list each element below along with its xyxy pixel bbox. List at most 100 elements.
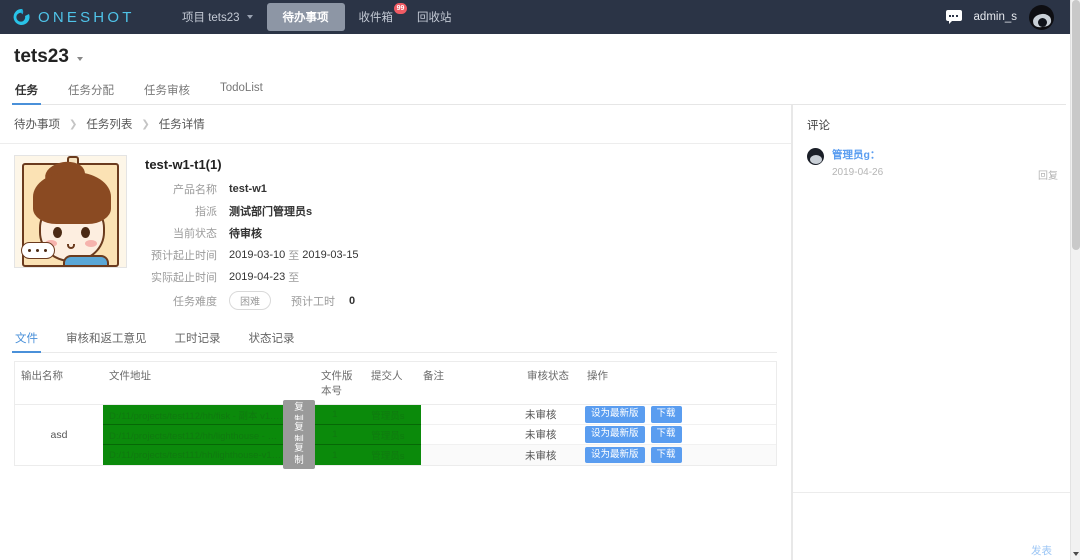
status-action-row-3: 未审核 设为最新版 下载 [421,445,776,465]
field-planned-end: 2019-03-15 [302,249,359,261]
scrollbar-thumb[interactable] [1072,0,1080,250]
breadcrumb-item-task-list[interactable]: 任务列表 [86,116,132,132]
nav-item-recycle-label: 回收站 [417,12,452,24]
file-submitter-3: 管理员s [371,451,405,462]
chat-bubble-icon[interactable] [945,10,962,24]
page-tabbar: 任务 任务分配 任务审核 TodoList [12,79,1066,105]
page-title[interactable]: tets23 [14,46,83,68]
top-nav-right: admin_s [945,4,1068,30]
field-product-name-label: 产品名称 [173,184,217,196]
field-actual-dates-label: 实际起止时间 [151,272,217,284]
selected-file-cells[interactable]: D:/11/projects/test112/hh/fisk - 副本 v1.j… [103,400,421,470]
set-latest-button-3[interactable]: 设为最新版 [585,446,645,464]
column-submitter: 提交人 [371,370,403,382]
field-actual-separator: 至 [288,272,300,284]
column-review-status: 审核状态 [527,370,569,382]
nav-item-inbox-label: 收件箱 [358,12,394,24]
set-latest-button-2[interactable]: 设为最新版 [585,426,645,443]
field-difficulty-label: 任务难度 [173,295,217,308]
scroll-down-arrow-icon[interactable] [1073,552,1079,556]
file-row-2[interactable]: D:/11/projects/test112/hh/lighthouse - 副… [103,420,421,449]
difficulty-badge-text: 困难 [229,291,271,310]
comments-panel: 评论 管理员g： 2019-04-26 回复 发表 [792,105,1072,560]
post-comment-button[interactable]: 发表 [1025,542,1058,559]
review-status-1: 未审核 [525,409,557,421]
tab-files[interactable]: 文件 [12,328,41,353]
page-title-text: tets23 [14,46,69,67]
file-version-3: 1 [332,449,338,461]
task-detail-panel: 待办事项 ❯ 任务列表 ❯ 任务详情 test-w1-t1(1) 产品名称 te… [0,105,792,560]
actions-2: 设为最新版 下载 [585,426,776,443]
tab-todolist[interactable]: TodoList [219,79,264,104]
brand-text: ONESHOT [38,8,135,26]
column-actions: 操作 [587,370,608,382]
comment-meta: 2019-04-26 回复 [832,167,1058,182]
download-button-3[interactable]: 下载 [650,446,682,464]
comment-reply-link[interactable]: 回复 [1038,167,1058,182]
field-planned-dates-label: 预计起止时间 [151,250,217,262]
comment-body: 管理员g： 2019-04-26 回复 [832,147,1058,182]
field-planned-dates: 预计起止时间 2019-03-10 至 2019-03-15 [145,247,359,263]
tab-task-assignment[interactable]: 任务分配 [67,79,115,104]
page-scrollbar[interactable] [1070,0,1080,560]
field-planned-start: 2019-03-10 [229,249,286,261]
field-planned-separator: 至 [288,250,300,262]
file-version-2: 1 [332,429,338,440]
column-output-name: 输出名称 [21,370,63,382]
task-name: test-w1-t1(1) [145,157,222,172]
file-path-1: D:/11/projects/test112/hh/fisk - 副本 v1.j… [109,410,284,422]
nav-item-inbox[interactable]: 收件箱 99 [349,3,408,30]
comments-title: 评论 [807,120,830,132]
field-assignee: 指派 测试部门管理员s [145,203,359,219]
copy-button-3[interactable]: 复制 [283,440,316,470]
tab-tasks[interactable]: 任务 [12,79,41,105]
field-estimated-hours-value: 0 [349,294,356,307]
current-user-name[interactable]: admin_s [974,11,1017,23]
brand-logo[interactable]: ONESHOT [12,7,162,27]
table-row: asd D:/11/projects/test112/hh/fisk - 副本 … [15,400,776,470]
comment-item: 管理员g： 2019-04-26 回复 [807,147,1058,182]
comment-avatar [807,148,824,165]
page-header: tets23 任务 任务分配 任务审核 TodoList [0,34,1080,105]
chevron-down-icon [246,15,253,19]
nav-item-todo[interactable]: 待办事项 [266,3,345,31]
detail-tabbar: 文件 审核和返工意见 工时记录 状态记录 [12,328,777,353]
task-thumbnail [14,155,127,268]
nav-project-selector[interactable]: 项目 tets23 [172,4,263,30]
field-assignee-value: 测试部门管理员s [229,206,313,218]
field-estimated-hours-label: 预计工时 [291,295,335,308]
tab-status-log[interactable]: 状态记录 [248,328,296,352]
field-assignee-label: 指派 [195,206,217,218]
difficulty-badge: 困难 [229,291,271,310]
review-status-3: 未审核 [525,449,557,462]
tab-task-review[interactable]: 任务审核 [143,79,191,104]
file-status-actions: 未审核 设为最新版 下载 未审核 设为最新版 下载 未审核 设为最新版 下载 [421,405,776,465]
file-row-3[interactable]: D:/11/projects/test111/hh/lighthouse-v1.… [103,440,421,470]
actions-1: 设为最新版 下载 [585,406,776,423]
field-actual-start: 2019-04-23 [229,271,286,283]
app-root: ONESHOT 项目 tets23 待办事项 收件箱 99 回收站 admin_… [0,0,1080,560]
comment-date: 2019-04-26 [832,167,884,178]
actions-3: 设为最新版 下载 [585,446,776,464]
nav-item-recycle[interactable]: 回收站 [407,4,462,30]
file-submitter-1: 管理员s [371,410,405,422]
breadcrumb-separator-icon: ❯ [141,118,150,130]
download-button-1[interactable]: 下载 [650,406,682,423]
breadcrumb-separator-icon: ❯ [69,118,78,130]
page-body: 待办事项 ❯ 任务列表 ❯ 任务详情 test-w1-t1(1) 产品名称 te… [0,105,1080,560]
tab-worklog[interactable]: 工时记录 [174,328,222,352]
file-path-2: D:/11/projects/test112/hh/lighthouse - 副… [109,430,283,442]
field-current-status-label: 当前状态 [173,228,217,240]
set-latest-button-1[interactable]: 设为最新版 [585,406,645,423]
column-file-path: 文件地址 [109,370,151,382]
nav-item-todo-label: 待办事项 [282,12,329,24]
field-difficulty-hours: 任务难度 困难 预计工时 0 [145,291,359,310]
comment-editor: 发表 [793,493,1072,560]
breadcrumb-item-todo[interactable]: 待办事项 [14,116,60,132]
tab-review-comments[interactable]: 审核和返工意见 [65,328,148,352]
file-row-1[interactable]: D:/11/projects/test112/hh/fisk - 副本 v1.j… [103,400,421,429]
task-fields: test-w1-t1(1) 产品名称 test-w1 指派 测试部门管理员s 当… [145,155,359,316]
download-button-2[interactable]: 下载 [650,426,682,443]
column-note: 备注 [423,370,444,382]
user-avatar[interactable] [1029,4,1054,30]
